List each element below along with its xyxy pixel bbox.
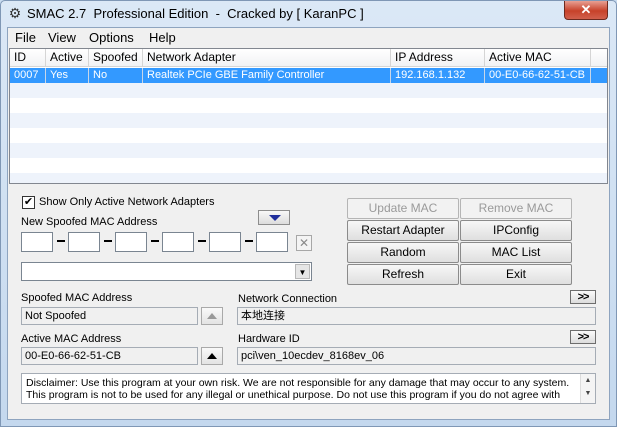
chevron-down-icon[interactable]: ▼ xyxy=(295,264,310,279)
active-mac-field: 00-E0-66-62-51-CB xyxy=(21,347,198,365)
menu-file[interactable]: File xyxy=(10,30,41,45)
mac-octet-5[interactable] xyxy=(209,232,241,252)
show-active-checkbox[interactable]: ✔ xyxy=(22,196,35,209)
chevron-down-icon xyxy=(269,215,281,221)
arrow-up-icon xyxy=(207,313,217,319)
restore-mac-button[interactable] xyxy=(201,307,223,325)
disclaimer-box[interactable]: Disclaimer: Use this program at your own… xyxy=(21,373,596,404)
exit-button[interactable]: Exit xyxy=(460,264,572,285)
client-area: File View Options Help ID Active Spoofed… xyxy=(7,27,610,420)
mac-octet-3[interactable] xyxy=(115,232,147,252)
random-button[interactable]: Random xyxy=(347,242,459,263)
menu-help[interactable]: Help xyxy=(144,30,181,45)
vendor-select[interactable]: ▼ xyxy=(21,262,312,281)
clear-mac-button[interactable]: ✕ xyxy=(296,235,312,251)
hardware-id-field: pci\ven_10ecdev_8168ev_06 xyxy=(237,347,596,365)
show-active-label: Show Only Active Network Adapters xyxy=(39,196,215,208)
mac-octet-1[interactable] xyxy=(21,232,53,252)
hardware-id-label: Hardware ID xyxy=(238,333,300,345)
mac-octet-2[interactable] xyxy=(68,232,100,252)
disclaimer-line-1: Disclaimer: Use this program at your own… xyxy=(26,377,570,389)
mac-dropdown-button[interactable] xyxy=(258,210,290,225)
column-active-mac[interactable]: Active MAC xyxy=(485,49,591,67)
close-button[interactable]: ✕ xyxy=(564,1,608,20)
active-mac-label: Active MAC Address xyxy=(21,333,122,345)
separator-dash xyxy=(104,240,112,242)
empty-row xyxy=(10,173,607,183)
empty-row xyxy=(10,98,607,113)
menu-view[interactable]: View xyxy=(43,30,81,45)
disclaimer-scrollbar[interactable]: ▲ ▼ xyxy=(580,374,595,403)
adapter-list[interactable]: ID Active Spoofed Network Adapter IP Add… xyxy=(9,48,608,184)
new-mac-label: New Spoofed MAC Address xyxy=(21,216,158,228)
network-connection-field: 本地连接 xyxy=(237,307,596,325)
empty-row xyxy=(10,128,607,143)
hardware-id-expand-button[interactable]: >> xyxy=(570,330,596,344)
empty-row xyxy=(10,143,607,158)
cell-active: Yes xyxy=(46,68,89,83)
column-network-adapter[interactable]: Network Adapter xyxy=(143,49,391,67)
window-title: SMAC 2.7 Professional Edition - Cracked … xyxy=(27,6,364,21)
column-ip-address[interactable]: IP Address xyxy=(391,49,485,67)
menu-bar: File View Options Help xyxy=(8,28,609,48)
mac-list-button[interactable]: MAC List xyxy=(460,242,572,263)
scroll-down-icon[interactable]: ▼ xyxy=(581,387,595,400)
copy-mac-up-button[interactable] xyxy=(201,347,223,365)
close-icon: ✕ xyxy=(298,236,310,250)
ipconfig-button[interactable]: IPConfig xyxy=(460,220,572,241)
empty-row xyxy=(10,113,607,128)
mac-octet-4[interactable] xyxy=(162,232,194,252)
cell-spoofed: No xyxy=(89,68,143,83)
separator-dash xyxy=(245,240,253,242)
update-mac-button[interactable]: Update MAC xyxy=(347,198,459,219)
refresh-button[interactable]: Refresh xyxy=(347,264,459,285)
cell-active-mac: 00-E0-66-62-51-CB xyxy=(485,68,591,83)
gear-icon: ⚙ xyxy=(8,5,22,21)
cell-id: 0007 xyxy=(10,68,46,83)
column-filler xyxy=(591,49,607,67)
restart-adapter-button[interactable]: Restart Adapter xyxy=(347,220,459,241)
spoofed-mac-label: Spoofed MAC Address xyxy=(21,292,133,304)
separator-dash xyxy=(151,240,159,242)
menu-options[interactable]: Options xyxy=(84,30,139,45)
cell-network-adapter: Realtek PCIe GBE Family Controller xyxy=(143,68,391,83)
separator-dash xyxy=(57,240,65,242)
scroll-up-icon[interactable]: ▲ xyxy=(581,374,595,387)
app-window: ⚙ SMAC 2.7 Professional Edition - Cracke… xyxy=(0,0,617,427)
arrow-up-icon xyxy=(207,353,217,359)
column-id[interactable]: ID xyxy=(10,49,46,67)
title-bar[interactable]: ⚙ SMAC 2.7 Professional Edition - Cracke… xyxy=(1,1,616,27)
cell-ip-address: 192.168.1.132 xyxy=(391,68,485,83)
network-connection-label: Network Connection xyxy=(238,293,338,305)
empty-row xyxy=(10,158,607,173)
mac-octet-6[interactable] xyxy=(256,232,288,252)
remove-mac-button[interactable]: Remove MAC xyxy=(460,198,572,219)
separator-dash xyxy=(198,240,206,242)
column-active[interactable]: Active xyxy=(46,49,89,67)
spoofed-mac-field: Not Spoofed xyxy=(21,307,198,325)
table-row[interactable]: 0007 Yes No Realtek PCIe GBE Family Cont… xyxy=(10,68,607,83)
column-spoofed[interactable]: Spoofed xyxy=(89,49,143,67)
empty-row xyxy=(10,83,607,98)
disclaimer-line-2: This program is not to be used for any i… xyxy=(26,389,561,401)
list-header: ID Active Spoofed Network Adapter IP Add… xyxy=(10,49,607,67)
network-connection-expand-button[interactable]: >> xyxy=(570,290,596,304)
